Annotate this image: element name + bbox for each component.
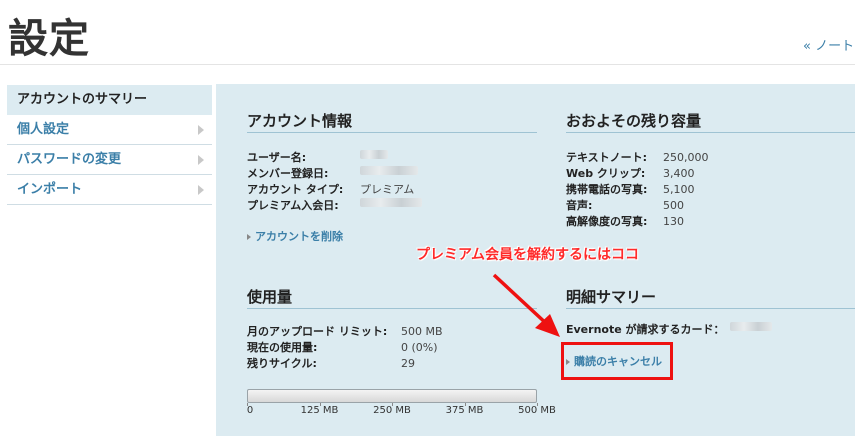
delete-account-link[interactable]: アカウントを削除 <box>247 228 343 244</box>
redacted-value <box>360 166 418 175</box>
capacity-key: 音声: <box>566 199 593 212</box>
capacity-value: 250,000 <box>663 151 709 164</box>
usage-tick-label: 250 MB <box>373 405 411 416</box>
settings-sidebar: アカウントのサマリー 個人設定 パスワードの変更 インポート <box>7 85 212 205</box>
page-title: 設定 <box>8 16 90 62</box>
sidebar-item-label: 個人設定 <box>17 122 70 137</box>
usage-key: 現在の使用量: <box>247 341 318 354</box>
account-info-divider <box>247 132 537 133</box>
capacity-value: 3,400 <box>663 167 695 180</box>
back-to-notes-link[interactable]: « ノートに戻る <box>803 35 855 54</box>
sidebar-item-change-password[interactable]: パスワードの変更 <box>7 145 212 175</box>
chevron-right-icon <box>198 185 204 195</box>
sidebar-item-label: アカウントのサマリー <box>17 92 148 107</box>
billing-summary-heading: 明細サマリー <box>566 288 657 306</box>
info-key: メンバー登録日: <box>247 167 329 180</box>
sidebar-item-personal-settings[interactable]: 個人設定 <box>7 115 212 145</box>
account-info-list: ユーザー名: メンバー登録日: アカウント タイプ: プレミアム プレミアム入会日… <box>247 150 422 214</box>
chevron-right-icon <box>198 155 204 165</box>
annotation-text: プレミアム会員を解約するにはココ <box>416 247 640 263</box>
billing-summary-divider <box>566 308 855 309</box>
usage-value: 29 <box>401 357 415 370</box>
info-key: アカウント タイプ: <box>247 183 344 196</box>
triangle-right-icon <box>247 234 251 240</box>
usage-tick-label: 125 MB <box>300 405 339 416</box>
info-key: プレミアム入会日: <box>247 199 339 212</box>
usage-value: 0 (0%) <box>401 341 438 354</box>
sidebar-item-label: インポート <box>17 182 83 197</box>
sidebar-item-import[interactable]: インポート <box>7 175 212 205</box>
remaining-capacity-list: テキストノート: 250,000 Web クリップ: 3,400 携帯電話の写真: 5… <box>566 150 709 230</box>
redacted-value <box>360 150 388 159</box>
account-info-heading: アカウント情報 <box>247 112 353 130</box>
capacity-key: Web クリップ: <box>566 167 646 180</box>
billing-card-label: Evernote が請求するカード： <box>566 323 725 336</box>
delete-account-label: アカウントを削除 <box>255 230 343 243</box>
annotation-highlight-box <box>561 342 673 380</box>
usage-tick-label: 500 MB <box>518 405 556 416</box>
usage-list: 月のアップロード リミット: 500 MB 現在の使用量: 0 (0%) 残りサイク… <box>247 324 443 372</box>
info-value: プレミアム <box>360 183 415 196</box>
capacity-key: テキストノート: <box>566 151 648 164</box>
info-key: ユーザー名: <box>247 151 307 164</box>
usage-value: 500 MB <box>401 325 443 338</box>
header-divider <box>0 64 855 65</box>
capacity-key: 携帯電話の写真: <box>566 183 648 196</box>
usage-heading: 使用量 <box>247 288 293 306</box>
capacity-value: 130 <box>663 215 684 228</box>
sidebar-item-label: パスワードの変更 <box>17 152 122 167</box>
usage-key: 残りサイクル: <box>247 357 317 370</box>
usage-divider <box>247 308 537 309</box>
sidebar-item-account-summary[interactable]: アカウントのサマリー <box>7 85 212 115</box>
usage-tick-label: 0 <box>246 405 254 416</box>
usage-tick-label: 375 MB <box>445 405 484 416</box>
billing-card-row: Evernote が請求するカード： <box>566 322 772 338</box>
redacted-value <box>360 198 422 207</box>
capacity-value: 5,100 <box>663 183 695 196</box>
capacity-value: 500 <box>663 199 684 212</box>
usage-progress-bar <box>247 389 537 403</box>
chevron-right-icon <box>198 125 204 135</box>
usage-tick-labels: 0 125 MB 250 MB 375 MB 500 MB <box>246 405 556 419</box>
redacted-value <box>730 322 772 331</box>
remaining-capacity-heading: おおよその残り容量 <box>566 112 702 130</box>
remaining-capacity-divider <box>566 132 855 133</box>
usage-key: 月のアップロード リミット: <box>247 325 388 338</box>
capacity-key: 高解像度の写真: <box>566 215 648 228</box>
